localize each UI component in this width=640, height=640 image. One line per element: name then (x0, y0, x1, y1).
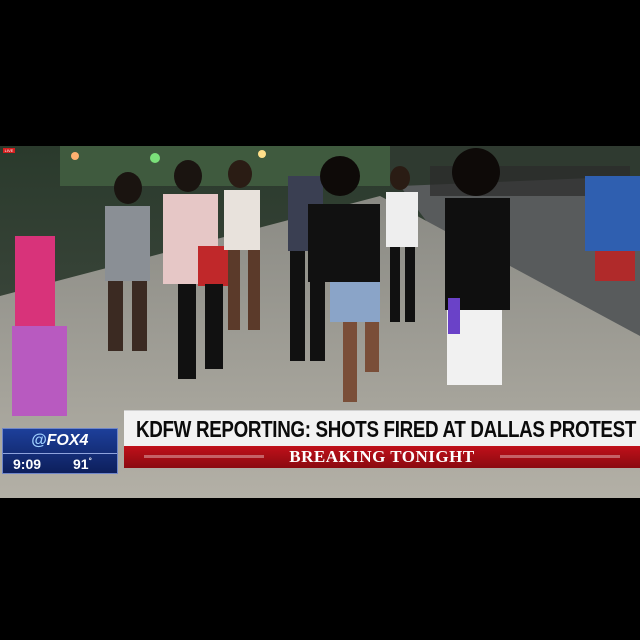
breaking-banner: BREAKING TONIGHT (124, 446, 640, 468)
station-name: FOX4 (46, 432, 89, 449)
station-bug: @FOX4 9:09 91° (2, 428, 118, 474)
lower-third: KDFW REPORTING: SHOTS FIRED AT DALLAS PR… (124, 410, 640, 468)
at-symbol: @ (31, 432, 47, 449)
clock-time: 9:09 (13, 456, 42, 472)
banner-decor-line-left (144, 455, 264, 458)
temperature-value: 91 (73, 456, 89, 472)
breaking-text: BREAKING TONIGHT (289, 447, 475, 466)
temperature: 91° (73, 456, 92, 472)
live-indicator: LIVE (3, 148, 15, 153)
station-logo: @FOX4 (31, 432, 88, 450)
headline-text: KDFW REPORTING: SHOTS FIRED AT DALLAS PR… (136, 416, 636, 442)
headline-banner: KDFW REPORTING: SHOTS FIRED AT DALLAS PR… (124, 410, 640, 446)
banner-decor-line-right (500, 455, 620, 458)
bug-divider (3, 453, 117, 454)
degree-symbol: ° (88, 456, 92, 466)
